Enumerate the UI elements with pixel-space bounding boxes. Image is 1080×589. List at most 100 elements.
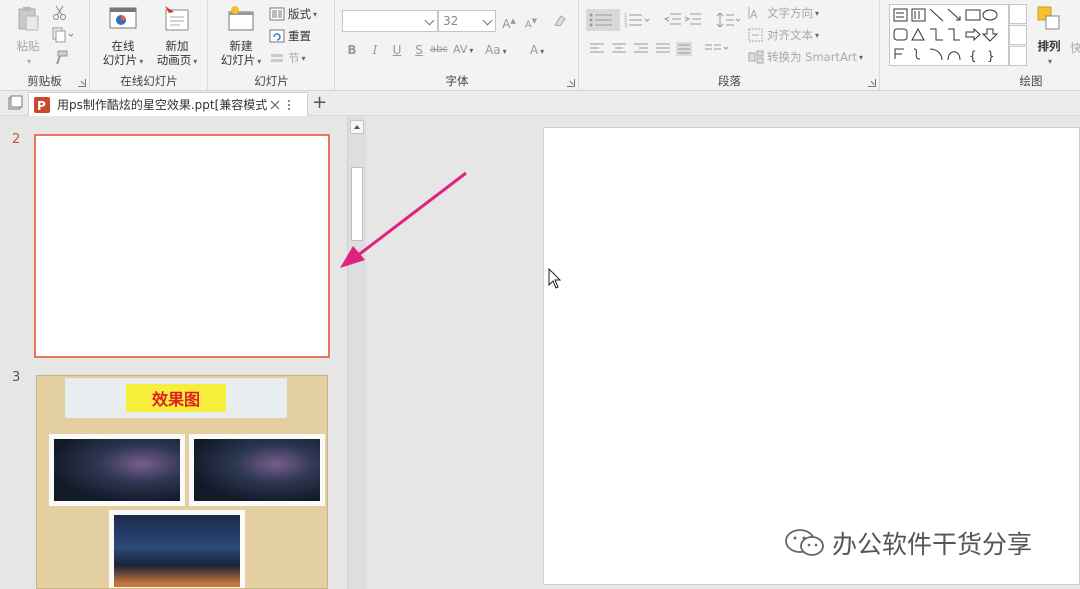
clipboard-group-label: 剪贴板 <box>27 74 62 88</box>
convert-smartart-button[interactable]: 转换为 SmartArt ▾ <box>748 47 863 67</box>
text-direction-caret-icon: ▾ <box>815 8 820 18</box>
svg-text:3: 3 <box>624 23 627 29</box>
new-slide-label-2: 幻灯片 <box>220 53 256 67</box>
strikethrough-button[interactable]: abc <box>430 40 448 60</box>
tab-more-icon[interactable] <box>287 99 291 111</box>
character-spacing-label: AV <box>453 43 468 56</box>
numbering-icon[interactable]: 1 2 3 <box>624 11 652 29</box>
decrease-indent-icon[interactable] <box>664 11 682 29</box>
main-slide-canvas[interactable] <box>543 127 1080 585</box>
quick-styles-button[interactable]: 快 <box>1070 38 1080 58</box>
paragraph-launcher-icon[interactable] <box>868 79 876 87</box>
convert-smartart-label: 转换为 SmartArt <box>767 50 858 64</box>
font-color-button[interactable]: A ▾ <box>529 40 545 60</box>
underline-button[interactable]: U <box>389 40 405 60</box>
watermark-text: 办公软件干货分享 <box>832 530 1033 559</box>
character-spacing-button[interactable]: AV ▾ <box>453 40 473 60</box>
align-right-icon[interactable] <box>633 42 649 56</box>
cut-icon[interactable] <box>52 5 68 21</box>
close-tab-icon[interactable] <box>269 99 281 111</box>
brace-open-glyph: { <box>969 49 977 63</box>
animation-page-label-1: 新加 <box>165 39 189 53</box>
starry-photo-1 <box>49 434 185 506</box>
arrange-button[interactable]: 排列 ▾ <box>1031 4 1067 69</box>
powerpoint-file-icon: P <box>34 96 50 113</box>
animation-page-caret-icon: ▾ <box>193 57 198 66</box>
increase-indent-icon[interactable] <box>684 11 702 29</box>
slide-3-thumbnail[interactable]: 效果图 <box>36 375 328 589</box>
wechat-icon <box>785 529 824 556</box>
paste-button[interactable]: 粘贴 ▾ <box>10 4 46 69</box>
starry-photo-3 <box>109 510 245 588</box>
online-slides-button[interactable]: 在线 幻灯片 ▾ <box>97 4 149 69</box>
tab-document[interactable]: P 用ps制作酷炫的星空效果.ppt[兼容模式 <box>28 92 308 116</box>
grow-font-button[interactable]: A▲ <box>501 11 517 31</box>
font-name-dropdown-icon[interactable] <box>424 15 435 26</box>
text-shadow-button[interactable]: S <box>411 40 427 60</box>
animation-page-icon <box>165 6 189 31</box>
text-direction-button[interactable]: A 文字方向 ▾ <box>748 3 819 23</box>
slides-group: 新建 幻灯片 ▾ 版式 ▾ 重置 节 ▾ 幻灯片 <box>209 0 335 91</box>
change-case-button[interactable]: Aa ▾ <box>485 40 507 60</box>
section-label: 节 <box>288 51 300 65</box>
align-left-icon[interactable] <box>589 42 605 56</box>
italic-button[interactable]: I <box>367 40 383 60</box>
slide-3-number: 3 <box>12 370 21 385</box>
font-size-dropdown-icon[interactable] <box>482 15 493 26</box>
shrink-font-button[interactable]: A▼ <box>523 11 539 31</box>
slide-3-banner: 效果图 <box>65 378 287 418</box>
align-text-button[interactable]: 对齐文本 ▾ <box>748 25 819 45</box>
align-center-icon[interactable] <box>611 42 627 56</box>
font-name-combo[interactable] <box>342 10 438 32</box>
document-tabstrip: P 用ps制作酷炫的星空效果.ppt[兼容模式 + <box>0 91 1080 116</box>
paste-icon <box>18 7 39 31</box>
watermark: 办公软件干货分享 <box>784 525 1032 561</box>
bullets-icon[interactable] <box>586 9 620 31</box>
smartart-icon <box>748 50 764 64</box>
reset-label: 重置 <box>288 29 311 43</box>
paragraph-group: 1 2 3 A 文字方向 ▾ 对齐文本 ▾ 转换为 SmartArt ▾ 段落 <box>580 0 880 91</box>
new-slide-button[interactable]: 新建 幻灯片 ▾ <box>215 4 267 69</box>
columns-icon[interactable] <box>704 42 730 56</box>
animation-page-label-2: 动画页 <box>156 53 192 67</box>
add-animation-page-button[interactable]: 新加 动画页 ▾ <box>151 4 203 69</box>
bold-button[interactable]: B <box>344 40 360 60</box>
font-launcher-icon[interactable] <box>567 79 575 87</box>
align-text-label: 对齐文本 <box>767 28 813 42</box>
format-painter-icon[interactable] <box>52 50 68 66</box>
justify-icon[interactable] <box>655 42 671 56</box>
tab-list-icon[interactable] <box>7 95 23 111</box>
reset-icon <box>269 29 285 43</box>
shapes-scroll-down-icon[interactable] <box>1009 25 1027 45</box>
font-color-caret-icon: ▾ <box>540 47 545 56</box>
font-size-combo[interactable]: 32 <box>438 10 496 32</box>
distributed-icon[interactable] <box>676 42 692 56</box>
shapes-more-icon[interactable] <box>1009 46 1027 66</box>
slide-3-banner-title: 效果图 <box>125 384 226 412</box>
clipboard-launcher-icon[interactable] <box>78 79 86 87</box>
new-slide-caret-icon: ▾ <box>257 57 262 66</box>
layout-button[interactable]: 版式 ▾ <box>269 4 317 24</box>
annotation-arrow-icon <box>340 171 467 268</box>
svg-text:P: P <box>37 99 46 113</box>
scroll-up-icon[interactable] <box>350 120 364 134</box>
copy-icon[interactable] <box>52 27 74 43</box>
line-spacing-icon[interactable] <box>716 11 742 29</box>
paste-caret-icon: ▾ <box>26 57 31 66</box>
clear-formatting-icon[interactable] <box>552 13 568 29</box>
reset-button[interactable]: 重置 <box>269 26 311 46</box>
arrange-caret-icon: ▾ <box>1047 57 1052 66</box>
svg-text:A: A <box>750 8 758 21</box>
font-size-value: 32 <box>443 14 459 28</box>
shapes-scroll-up-icon[interactable] <box>1009 4 1027 24</box>
align-text-icon <box>748 28 763 42</box>
slide-thumbnail-panel: 2 3 效果图 <box>0 117 345 589</box>
online-slides-icon <box>109 7 137 29</box>
shapes-gallery[interactable]: { } <box>889 4 1009 66</box>
slide-2-thumbnail[interactable] <box>34 134 330 358</box>
section-button[interactable]: 节 ▾ <box>269 48 306 68</box>
shrink-font-label: A <box>524 19 532 31</box>
shapes-gallery-scroll[interactable] <box>1009 4 1027 66</box>
slide-2-number: 2 <box>12 132 21 147</box>
new-tab-button[interactable]: + <box>312 92 327 113</box>
